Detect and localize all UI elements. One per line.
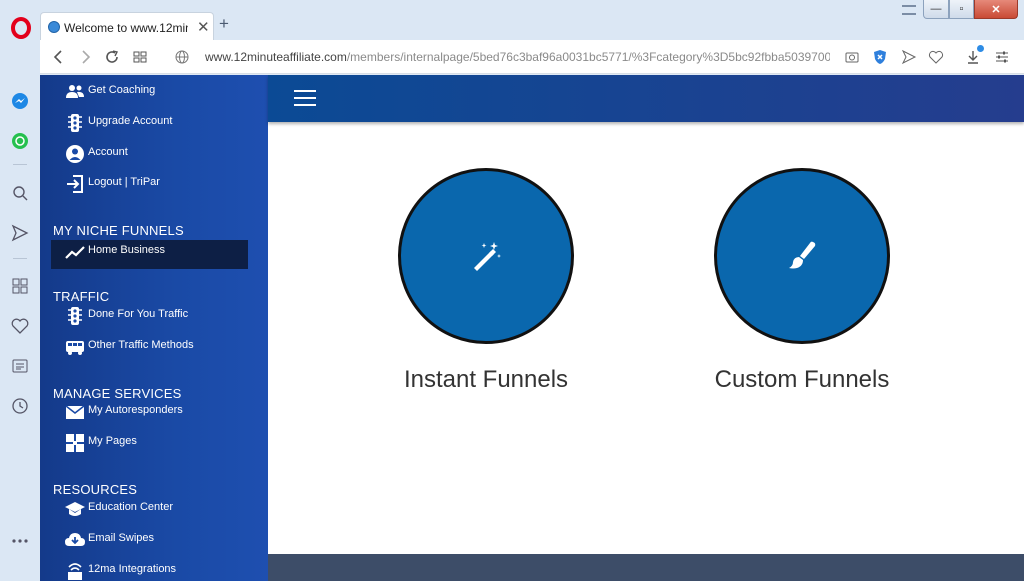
nav-12ma-integrations[interactable]: 12ma Integrations <box>40 558 268 581</box>
sidebar-divider <box>13 164 27 165</box>
heart-icon[interactable] <box>11 317 29 335</box>
magic-wand-icon <box>474 242 501 271</box>
nav-done-for-you-traffic[interactable]: Done For You Traffic <box>40 303 268 329</box>
download-badge <box>977 45 984 52</box>
nav-label: Home Business <box>88 244 166 256</box>
instant-funnels-circle[interactable] <box>398 168 574 344</box>
sidebar-divider <box>13 258 27 259</box>
back-icon[interactable] <box>50 48 68 66</box>
paint-brush-icon <box>789 241 816 269</box>
nav-home-business[interactable]: Home Business <box>51 240 248 269</box>
tabs-grid-icon[interactable] <box>131 48 149 66</box>
nav-other-traffic-methods[interactable]: Other Traffic Methods <box>40 334 268 360</box>
messenger-icon[interactable] <box>11 92 29 110</box>
users-icon <box>66 85 84 98</box>
custom-funnels-label[interactable]: Custom Funnels <box>674 366 930 394</box>
url-field[interactable]: www.12minuteaffiliate.com/members/intern… <box>205 50 830 64</box>
nav-label: Get Coaching <box>88 84 156 96</box>
nav-label: Other Traffic Methods <box>88 339 194 351</box>
send-icon[interactable] <box>11 224 29 242</box>
history-icon[interactable] <box>11 397 29 415</box>
traffic-light-icon <box>68 307 82 325</box>
nav-label: Logout | TriPar <box>88 176 160 188</box>
nav-label: Account <box>88 146 128 158</box>
window-controls: — ▫ ✕ <box>923 0 1018 19</box>
maximize-button[interactable]: ▫ <box>949 0 974 19</box>
browser-titlebar: Welcome to www.12minute ✕ + — ▫ ✕ <box>0 0 1024 42</box>
nav-logout[interactable]: Logout | TriPar <box>40 171 268 197</box>
page-footer <box>268 554 1024 581</box>
trend-line-icon <box>65 246 85 259</box>
easy-setup-icon[interactable] <box>902 5 916 15</box>
traffic-light-icon <box>68 114 82 132</box>
new-tab-button[interactable]: + <box>219 14 229 34</box>
instant-funnels-card[interactable]: Instant Funnels <box>398 168 574 393</box>
pages-icon <box>66 434 84 452</box>
nav-education-center[interactable]: Education Center <box>40 496 268 522</box>
page-topbar <box>268 75 1024 122</box>
opera-sidebar <box>0 40 40 581</box>
cloud-download-icon <box>65 533 85 546</box>
nav-my-pages[interactable]: My Pages <box>40 430 268 456</box>
reload-icon[interactable] <box>103 48 121 66</box>
address-bar: www.12minuteaffiliate.com/members/intern… <box>40 40 1024 74</box>
send-icon[interactable] <box>900 48 918 66</box>
nav-label: Upgrade Account <box>88 115 173 127</box>
more-icon[interactable] <box>11 532 29 550</box>
instant-funnels-label[interactable]: Instant Funnels <box>358 366 614 394</box>
adblock-shield-icon[interactable] <box>871 48 889 66</box>
news-icon[interactable] <box>11 357 29 375</box>
tab-close-icon[interactable]: ✕ <box>197 18 210 36</box>
bus-icon <box>66 341 84 355</box>
integration-icon <box>68 563 82 580</box>
nav-label: My Autoresponders <box>88 404 183 416</box>
members-sidebar: Get Coaching Upgrade Account Account Log… <box>40 75 268 581</box>
nav-upgrade-account[interactable]: Upgrade Account <box>40 110 268 136</box>
nav-get-coaching[interactable]: Get Coaching <box>40 79 268 105</box>
whatsapp-icon[interactable] <box>11 132 29 150</box>
hamburger-menu-icon[interactable] <box>294 90 316 106</box>
minimize-button[interactable]: — <box>923 0 949 19</box>
snapshot-icon[interactable] <box>843 48 861 66</box>
section-niche-funnels: MY NICHE FUNNELS <box>53 223 184 238</box>
heart-icon[interactable] <box>927 48 945 66</box>
url-path: /members/internalpage/5bed76c3baf96a0031… <box>346 50 830 64</box>
user-circle-icon <box>66 145 84 163</box>
graduation-cap-icon <box>65 502 85 516</box>
speed-dial-icon[interactable] <box>11 277 29 295</box>
globe-icon[interactable] <box>173 48 191 66</box>
nav-label: My Pages <box>88 435 137 447</box>
close-window-button[interactable]: ✕ <box>974 0 1018 19</box>
search-icon[interactable] <box>11 184 29 202</box>
nav-email-swipes[interactable]: Email Swipes <box>40 527 268 553</box>
opera-logo-icon[interactable] <box>10 17 32 39</box>
favicon-icon <box>48 21 60 33</box>
forward-icon[interactable] <box>76 48 94 66</box>
settings-sliders-icon[interactable] <box>993 48 1011 66</box>
nav-label: Education Center <box>88 501 173 513</box>
section-resources: RESOURCES <box>53 482 138 497</box>
logout-icon <box>67 175 83 193</box>
browser-tab[interactable]: Welcome to www.12minute ✕ <box>40 12 214 42</box>
custom-funnels-circle[interactable] <box>714 168 890 344</box>
custom-funnels-card[interactable]: Custom Funnels <box>714 168 890 393</box>
web-page: Get Coaching Upgrade Account Account Log… <box>40 75 1024 581</box>
tab-title: Welcome to www.12minute <box>64 21 188 35</box>
nav-label: Email Swipes <box>88 532 155 544</box>
nav-label: Done For You Traffic <box>88 308 189 320</box>
nav-label: 12ma Integrations <box>88 563 177 575</box>
section-traffic: TRAFFIC <box>53 289 110 304</box>
url-domain: www.12minuteaffiliate.com <box>205 50 347 64</box>
nav-account[interactable]: Account <box>40 141 268 167</box>
nav-my-autoresponders[interactable]: My Autoresponders <box>40 399 268 425</box>
envelope-icon <box>65 405 85 419</box>
